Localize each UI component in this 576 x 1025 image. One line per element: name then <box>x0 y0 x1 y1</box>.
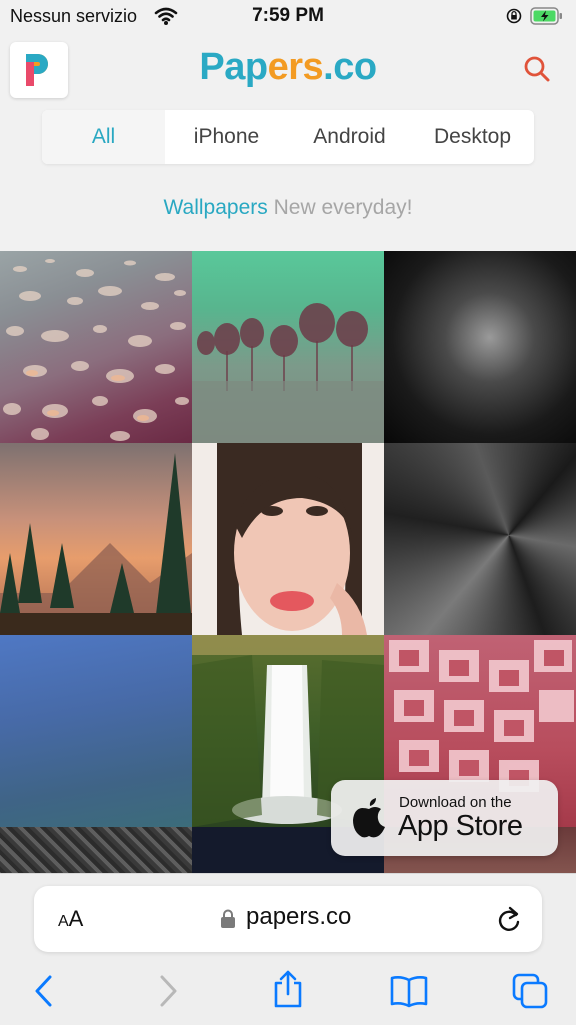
aa-small: A <box>58 913 69 930</box>
wallpaper-forest-sunset[interactable] <box>0 443 192 635</box>
wallpaper-blue-gradient[interactable] <box>0 635 192 827</box>
text-size-button[interactable]: AA <box>58 906 83 932</box>
browser-toolbar: AA papers.co <box>0 873 576 1025</box>
brand-part-1: Pap <box>199 46 268 88</box>
address-bar[interactable]: AA papers.co <box>34 886 542 952</box>
wallpaper-metal-swirl[interactable] <box>384 443 576 635</box>
back-icon[interactable] <box>32 974 56 1013</box>
brand-part-2: ers <box>267 46 324 88</box>
share-icon[interactable] <box>271 970 305 1013</box>
app-store-line1: Download on the <box>399 794 512 811</box>
apple-icon <box>351 796 387 843</box>
padlock-icon <box>220 909 236 934</box>
tagline-highlight: Wallpapers <box>163 196 268 219</box>
brand-title[interactable]: Papers.co <box>0 46 576 89</box>
lock-rotation-icon <box>506 8 522 29</box>
reload-icon[interactable] <box>496 905 522 938</box>
tab-android[interactable]: Android <box>288 110 411 164</box>
wallpaper-water-drops[interactable] <box>0 251 192 443</box>
app-store-badge[interactable]: Download on the App Store <box>331 780 558 856</box>
tab-all[interactable]: All <box>42 110 165 164</box>
clock: 7:59 PM <box>252 5 324 26</box>
wallpaper-dark-clouds[interactable] <box>384 251 576 443</box>
wallpaper-portrait[interactable] <box>192 443 384 635</box>
site-header: Papers.co <box>0 32 576 104</box>
tagline-rest: New everyday! <box>273 196 413 219</box>
url-text: papers.co <box>246 903 352 930</box>
wallpaper-misty-trees[interactable] <box>192 251 384 443</box>
bookmarks-icon[interactable] <box>389 974 429 1013</box>
brand-part-3: .co <box>323 46 377 88</box>
tab-desktop[interactable]: Desktop <box>411 110 534 164</box>
status-bar: Nessun servizio 7:59 PM <box>0 0 576 32</box>
forward-icon[interactable] <box>156 974 180 1013</box>
tabs-icon[interactable] <box>511 972 549 1015</box>
wallpaper-grey-texture[interactable] <box>0 827 192 873</box>
aa-big: A <box>68 906 84 931</box>
app-store-line2: App Store <box>398 810 523 842</box>
tagline: Wallpapers New everyday! <box>0 196 576 220</box>
tab-iphone[interactable]: iPhone <box>165 110 288 164</box>
battery-icon <box>530 6 564 31</box>
search-icon[interactable] <box>522 54 552 89</box>
platform-tabs: All iPhone Android Desktop <box>42 110 534 164</box>
